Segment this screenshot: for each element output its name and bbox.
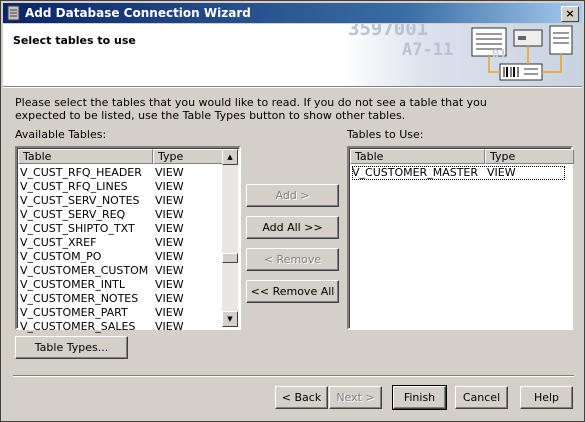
table-type-cell: VIEW — [155, 236, 184, 249]
wizard-window: Add Database Connection Wizard × Select … — [0, 0, 585, 422]
table-row[interactable]: V_CUSTOMER_PART VIEW — [20, 306, 215, 320]
table-type-cell: VIEW — [155, 278, 184, 291]
remove-all-button[interactable]: << Remove All — [246, 280, 339, 303]
table-name-cell: V_CUSTOMER_SALES — [20, 320, 136, 333]
table-name-cell: V_CUST_XREF — [20, 236, 97, 249]
next-button[interactable]: Next > — [329, 386, 382, 409]
table-type-cell: VIEW — [155, 222, 184, 235]
table-name-cell: V_CUSTOMER_CUSTOM — [20, 264, 149, 277]
table-row[interactable]: V_CUST_RFQ_LINES VIEW — [20, 180, 215, 194]
wizard-header: Select tables to use 3597001 A7-11 01 — [3, 24, 582, 87]
table-name-cell: V_CUST_RFQ_HEADER — [20, 166, 142, 179]
table-name-cell: V_CUSTOM_PO — [20, 250, 102, 263]
banner-number-1: 3597001 — [348, 24, 429, 40]
banner-graphic: 3597001 A7-11 01 — [342, 24, 582, 86]
close-icon: × — [565, 7, 575, 20]
back-button[interactable]: < Back — [275, 386, 328, 409]
table-row[interactable]: V_CUSTOMER_SALES VIEW — [20, 320, 215, 334]
available-tables-label: Available Tables: — [15, 128, 107, 141]
table-name-cell: V_CUSTOMER_MASTER — [352, 166, 479, 179]
column-header-table[interactable]: Table — [350, 149, 485, 164]
column-header-type[interactable]: Type — [153, 149, 227, 164]
add-all-button[interactable]: Add All >> — [246, 216, 339, 239]
table-name-cell: V_CUSTOMER_INTL — [20, 278, 126, 291]
table-name-cell: V_CUST_RFQ_LINES — [20, 180, 128, 193]
table-row[interactable]: V_CUST_XREF VIEW — [20, 236, 215, 250]
available-rows: V_CUST_RFQ_HEADER VIEW V_CUST_RFQ_LINES VIE… — [20, 166, 215, 334]
table-types-button[interactable]: Table Types... — [15, 336, 128, 359]
close-button[interactable]: × — [561, 6, 579, 22]
list-header: Table Type — [18, 149, 227, 164]
to-use-rows: V_CUSTOMER_MASTER VIEW — [352, 166, 565, 180]
table-row[interactable]: V_CUSTOMER_MASTER VIEW — [352, 166, 565, 180]
column-header-table[interactable]: Table — [18, 149, 153, 164]
table-name-cell: V_CUST_SERV_REQ — [20, 208, 126, 221]
vertical-scrollbar[interactable]: ▲ ▼ — [222, 149, 238, 327]
scroll-down-button[interactable]: ▼ — [222, 311, 238, 327]
instructions-text: Please select the tables that you would … — [15, 96, 487, 122]
list-header: Table Type — [350, 149, 574, 164]
page-title: Select tables to use — [13, 34, 136, 47]
table-row[interactable]: V_CUST_SERV_NOTES VIEW — [20, 194, 215, 208]
finish-button[interactable]: Finish — [392, 385, 447, 410]
table-row[interactable]: V_CUSTOM_PO VIEW — [20, 250, 215, 264]
table-name-cell: V_CUSTOMER_NOTES — [20, 292, 139, 305]
tables-to-use-list[interactable]: Table Type V_CUSTOMER_MASTER VIEW — [347, 146, 574, 330]
title-bar[interactable]: Add Database Connection Wizard × — [3, 3, 582, 23]
remove-button[interactable]: < Remove — [246, 248, 339, 271]
table-type-cell: VIEW — [487, 166, 516, 179]
window-title: Add Database Connection Wizard — [25, 6, 251, 20]
table-row[interactable]: V_CUST_RFQ_HEADER VIEW — [20, 166, 215, 180]
table-type-cell: VIEW — [155, 208, 184, 221]
table-row[interactable]: V_CUST_SERV_REQ VIEW — [20, 208, 215, 222]
scroll-up-button[interactable]: ▲ — [222, 149, 238, 165]
table-name-cell: V_CUST_SHIPTO_TXT — [20, 222, 135, 235]
footer-divider-highlight — [13, 376, 574, 377]
available-tables-list[interactable]: Table Type V_CUST_RFQ_HEADER VIEW V_CUST_R… — [15, 146, 241, 333]
add-button[interactable]: Add > — [246, 184, 339, 207]
table-row[interactable]: V_CUST_SHIPTO_TXT VIEW — [20, 222, 215, 236]
table-type-cell: VIEW — [155, 292, 184, 305]
tables-to-use-label: Tables to Use: — [347, 128, 424, 141]
help-button[interactable]: Help — [520, 386, 573, 409]
cancel-button[interactable]: Cancel — [455, 386, 508, 409]
table-type-cell: VIEW — [155, 320, 184, 333]
table-type-cell: VIEW — [155, 306, 184, 319]
database-icon — [7, 5, 20, 21]
table-type-cell: VIEW — [155, 194, 184, 207]
table-row[interactable]: V_CUSTOMER_INTL VIEW — [20, 278, 215, 292]
scroll-thumb[interactable] — [222, 253, 238, 263]
table-type-cell: VIEW — [155, 250, 184, 263]
header-divider — [3, 87, 582, 88]
column-header-type[interactable]: Type — [485, 149, 574, 164]
table-name-cell: V_CUST_SERV_NOTES — [20, 194, 140, 207]
table-type-cell: VIEW — [155, 166, 184, 179]
banner-number-2: A7-11 — [402, 40, 454, 60]
table-type-cell: VIEW — [155, 264, 184, 277]
table-name-cell: V_CUSTOMER_PART — [20, 306, 128, 319]
banner-number-3: 01 — [492, 47, 507, 61]
table-row[interactable]: V_CUSTOMER_CUSTOM VIEW — [20, 264, 215, 278]
table-row[interactable]: V_CUSTOMER_NOTES VIEW — [20, 292, 215, 306]
table-type-cell: VIEW — [155, 180, 184, 193]
